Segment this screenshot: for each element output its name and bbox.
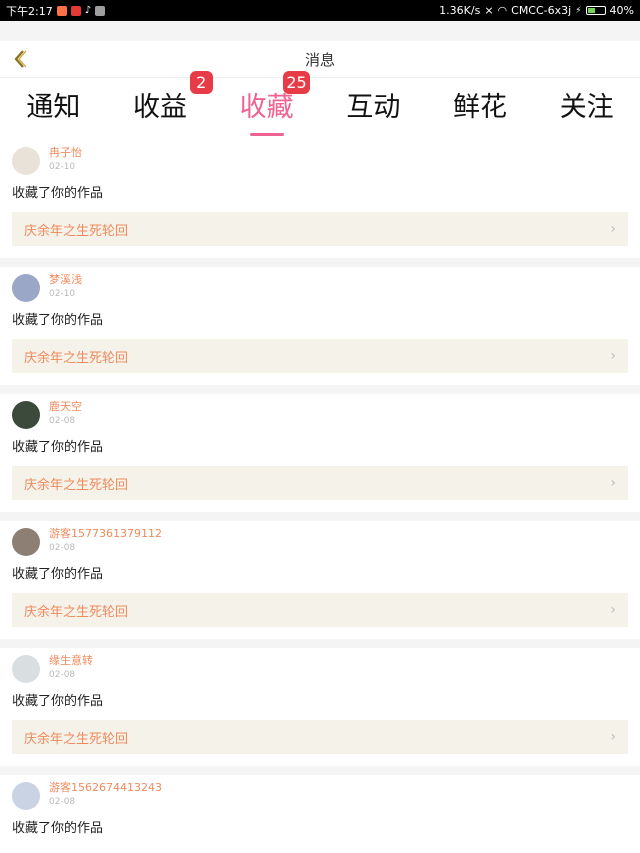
message-date: 02-08: [49, 416, 76, 426]
action-text: 收藏了你的作品: [12, 186, 104, 201]
app-notification-icon: [70, 5, 81, 16]
app-screen: 下午2:17 ♪ 1.36K/s ⨯ ◠ CMCC-6x3j ⚡ 40% 消息 …: [0, 0, 640, 853]
user-meta: 鹿天空 02-08: [49, 399, 82, 429]
status-right: 1.36K/s ⨯ ◠ CMCC-6x3j ⚡ 40%: [439, 4, 634, 17]
action-text: 收藏了你的作品: [12, 821, 104, 836]
work-link[interactable]: 庆余年之生死轮回 ›: [12, 466, 628, 500]
favorite-message-card: 游客1562674413243 02-08 收藏了你的作品: [0, 775, 640, 853]
tab-bar: 通知 收益 2 收藏 25 互动 鲜花 关注: [0, 71, 640, 140]
user-meta: 梦溪浅 02-10: [49, 272, 82, 302]
message-feed: 冉子怡 02-10 收藏了你的作品 庆余年之生死轮回 › 梦溪浅 02-10 收藏了你的作品庆…: [0, 140, 640, 853]
tab-interact[interactable]: 互动: [320, 78, 427, 140]
back-button[interactable]: [8, 47, 32, 71]
work-title: 庆余年之生死轮回: [24, 477, 129, 493]
tab-favorites[interactable]: 收藏 25: [213, 71, 320, 140]
avatar[interactable]: [12, 147, 40, 175]
work-title: 庆余年之生死轮回: [24, 350, 129, 366]
message-date: 02-10: [49, 162, 76, 172]
mute-icon: ⨯: [484, 4, 494, 17]
work-title: 庆余年之生死轮回: [24, 223, 129, 239]
wifi-icon: ◠: [497, 4, 508, 17]
network-speed: 1.36K/s: [439, 4, 481, 17]
card-header: 冉子怡 02-10: [12, 140, 628, 181]
favorite-message-card: 缘生意转 02-08 收藏了你的作品庆余年之生死轮回 ›: [0, 648, 640, 766]
card-header: 游客1577361379112 02-08: [12, 521, 628, 562]
tab-label: 收益: [133, 92, 187, 123]
avatar[interactable]: [12, 401, 40, 429]
charging-icon: ⚡: [575, 5, 582, 16]
tab-label: 互动: [346, 92, 401, 123]
user-meta: 冉子怡 02-10: [49, 145, 82, 175]
user-name[interactable]: 梦溪浅: [49, 272, 82, 287]
tab-notify[interactable]: 通知: [0, 78, 107, 140]
message-date: 02-10: [49, 289, 76, 299]
user-name[interactable]: 游客1577361379112: [49, 526, 162, 541]
avatar[interactable]: [12, 655, 40, 683]
tab-label: 鲜花: [453, 92, 508, 123]
message-date: 02-08: [49, 543, 76, 553]
user-name[interactable]: 鹿天空: [49, 399, 82, 414]
card-header: 梦溪浅 02-10: [12, 267, 628, 308]
chevron-right-icon: ›: [610, 729, 616, 745]
chevron-right-icon: ›: [610, 221, 616, 237]
card-header: 缘生意转 02-08: [12, 648, 628, 689]
tiktok-icon: ♪: [84, 5, 92, 16]
card-header: 游客1562674413243 02-08: [12, 775, 628, 816]
nav-header: 消息: [0, 41, 640, 77]
work-link[interactable]: 庆余年之生死轮回 ›: [12, 339, 628, 373]
avatar[interactable]: [12, 782, 40, 810]
chevron-right-icon: ›: [610, 348, 616, 364]
card-header: 鹿天空 02-08: [12, 394, 628, 435]
work-title: 庆余年之生死轮回: [24, 731, 129, 747]
user-meta: 游客1562674413243 02-08: [49, 780, 162, 810]
top-spacer: [0, 21, 640, 41]
user-meta: 缘生意转 02-08: [49, 653, 93, 683]
avatar[interactable]: [12, 528, 40, 556]
carrier-name: CMCC-6x3j: [511, 4, 572, 17]
tab-label: 关注: [559, 92, 614, 123]
tab-earnings[interactable]: 收益 2: [107, 71, 214, 140]
action-text: 收藏了你的作品: [12, 440, 104, 455]
status-time: 下午2:17: [6, 4, 53, 18]
message-date: 02-08: [49, 797, 76, 807]
user-meta: 游客1577361379112 02-08: [49, 526, 162, 556]
action-text: 收藏了你的作品: [12, 694, 104, 709]
tab-flowers[interactable]: 鲜花: [427, 78, 534, 140]
action-text: 收藏了你的作品: [12, 313, 104, 328]
user-name[interactable]: 缘生意转: [49, 653, 93, 668]
work-title: 庆余年之生死轮回: [24, 604, 129, 620]
chevron-right-icon: ›: [610, 475, 616, 491]
work-link[interactable]: 庆余年之生死轮回 ›: [12, 212, 628, 246]
work-link[interactable]: 庆余年之生死轮回 ›: [12, 720, 628, 754]
avatar[interactable]: [12, 274, 40, 302]
tab-label: 通知: [26, 92, 81, 123]
unread-count-badge: 25: [283, 71, 310, 94]
app-notification-icon: [95, 5, 106, 16]
status-bar: 下午2:17 ♪ 1.36K/s ⨯ ◠ CMCC-6x3j ⚡ 40%: [0, 0, 640, 21]
user-name[interactable]: 冉子怡: [49, 145, 82, 160]
user-name[interactable]: 游客1562674413243: [49, 780, 162, 795]
tab-follow[interactable]: 关注: [533, 78, 640, 140]
unread-count-badge: 2: [189, 71, 213, 94]
status-left: 下午2:17 ♪: [6, 3, 106, 19]
message-date: 02-08: [49, 670, 76, 680]
battery-icon: [585, 6, 606, 15]
chevron-left-icon: [14, 50, 27, 68]
favorite-message-card: 游客1577361379112 02-08 收藏了你的作品庆余年之生死轮回 ›: [0, 521, 640, 639]
tab-label: 收藏: [239, 92, 294, 123]
action-text: 收藏了你的作品: [12, 567, 104, 582]
active-tab-indicator: [249, 133, 284, 136]
favorite-message-card: 鹿天空 02-08 收藏了你的作品庆余年之生死轮回 ›: [0, 394, 640, 512]
battery-level: 40%: [609, 4, 634, 17]
favorite-message-card: 冉子怡 02-10 收藏了你的作品庆余年之生死轮回 ›: [0, 140, 640, 258]
work-link[interactable]: 庆余年之生死轮回 ›: [12, 593, 628, 627]
page-title: 消息: [304, 50, 335, 69]
favorite-message-card: 梦溪浅 02-10 收藏了你的作品庆余年之生死轮回 ›: [0, 267, 640, 385]
app-notification-icon: [56, 5, 67, 16]
chevron-right-icon: ›: [610, 602, 616, 618]
